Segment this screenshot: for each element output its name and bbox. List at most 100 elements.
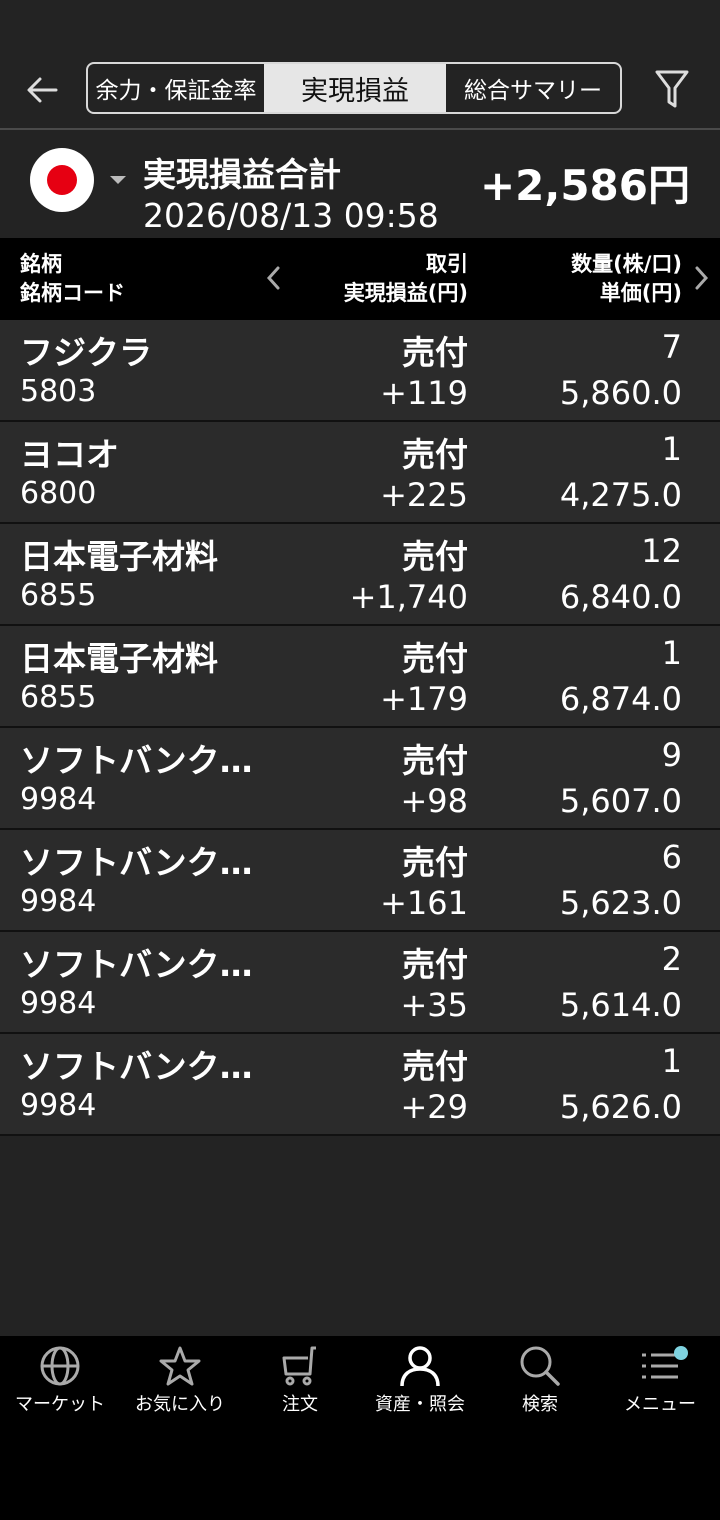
column-stock-name: 銘柄 xyxy=(20,252,62,276)
globe-icon xyxy=(40,1346,80,1386)
stock-name: ソフトバンク… xyxy=(20,741,253,780)
person-icon xyxy=(400,1346,440,1387)
stock-code: 9984 xyxy=(20,1088,97,1123)
column-trade-type: 取引 xyxy=(426,252,468,276)
summary-datetime: 2026/08/13 09:58 xyxy=(143,196,439,235)
stock-name: 日本電子材料 xyxy=(20,537,218,576)
quantity: 1 xyxy=(661,634,682,672)
quantity: 1 xyxy=(661,1042,682,1080)
summary-total: +2,586円 xyxy=(479,161,690,210)
nav-favorites[interactable]: お気に入り xyxy=(120,1336,240,1426)
stock-name: 日本電子材料 xyxy=(20,639,218,678)
cart-icon xyxy=(282,1346,316,1386)
column-trade: 取引 実現損益(円) xyxy=(344,250,468,308)
trade-type: 売付 xyxy=(402,741,468,780)
column-unit-price: 単価(円) xyxy=(599,281,682,305)
table-row[interactable]: ヨコオ 売付 1 6800 +225 4,275.0 xyxy=(0,422,720,524)
unit-price: 6,840.0 xyxy=(559,578,682,616)
unit-price: 5,623.0 xyxy=(559,884,682,922)
realized-pl: +98 xyxy=(400,782,468,820)
star-icon xyxy=(159,1346,201,1386)
trade-list: フジクラ 売付 7 5803 +119 5,860.0 ヨコオ 売付 1 680… xyxy=(0,320,720,1136)
trade-type: 売付 xyxy=(402,435,468,474)
realized-pl: +119 xyxy=(380,374,468,412)
tab-margin[interactable]: 余力・保証金率 xyxy=(88,64,264,112)
stock-name: ヨコオ xyxy=(20,435,119,474)
realized-pl: +35 xyxy=(400,986,468,1024)
trade-type: 売付 xyxy=(402,537,468,576)
nav-menu-label: メニュー xyxy=(624,1394,696,1415)
column-stock-code: 銘柄コード xyxy=(20,281,125,305)
market-flag-button[interactable] xyxy=(30,148,94,212)
stock-name: ソフトバンク… xyxy=(20,1047,253,1086)
back-button[interactable] xyxy=(18,68,66,112)
column-realized-pl: 実現損益(円) xyxy=(343,281,468,305)
nav-menu[interactable]: メニュー xyxy=(600,1336,720,1426)
stock-code: 9984 xyxy=(20,884,97,919)
nav-search-label: 検索 xyxy=(522,1394,558,1415)
stock-code: 6855 xyxy=(20,680,97,715)
stock-code: 6855 xyxy=(20,578,97,613)
japan-flag-icon xyxy=(47,165,77,195)
stock-code: 6800 xyxy=(20,476,97,511)
arrow-left-icon xyxy=(27,77,58,103)
chevron-right-icon[interactable] xyxy=(692,262,712,294)
unit-price: 5,626.0 xyxy=(559,1088,682,1126)
column-qty: 数量(株/口) xyxy=(571,252,682,276)
unit-price: 5,607.0 xyxy=(559,782,682,820)
trade-type: 売付 xyxy=(402,945,468,984)
table-row[interactable]: ソフトバンク… 売付 6 9984 +161 5,623.0 xyxy=(0,830,720,932)
unit-price: 6,874.0 xyxy=(559,680,682,718)
filter-icon xyxy=(655,70,689,108)
trade-type: 売付 xyxy=(402,333,468,372)
realized-pl: +179 xyxy=(380,680,468,718)
column-stock: 銘柄 銘柄コード xyxy=(20,250,125,308)
quantity: 12 xyxy=(641,532,682,570)
nav-market-label: マーケット xyxy=(15,1394,105,1415)
notification-dot xyxy=(674,1346,688,1360)
table-row[interactable]: フジクラ 売付 7 5803 +119 5,860.0 xyxy=(0,320,720,422)
table-row[interactable]: ソフトバンク… 売付 9 9984 +98 5,607.0 xyxy=(0,728,720,830)
column-header: 銘柄 銘柄コード 取引 実現損益(円) 数量(株/口) 単価(円) xyxy=(0,238,720,320)
unit-price: 5,860.0 xyxy=(559,374,682,412)
nav-search[interactable]: 検索 xyxy=(480,1336,600,1426)
filter-button[interactable] xyxy=(646,66,698,112)
tab-summary[interactable]: 総合サマリー xyxy=(446,64,620,112)
table-row[interactable]: ソフトバンク… 売付 2 9984 +35 5,614.0 xyxy=(0,932,720,1034)
unit-price: 5,614.0 xyxy=(559,986,682,1024)
stock-code: 5803 xyxy=(20,374,97,409)
chevron-left-icon[interactable] xyxy=(262,262,286,294)
nav-market[interactable]: マーケット xyxy=(0,1336,120,1426)
stock-name: ソフトバンク… xyxy=(20,843,253,882)
pl-summary: 実現損益合計 2026/08/13 09:58 +2,586円 xyxy=(0,130,720,238)
nav-favorites-label: お気に入り xyxy=(135,1394,225,1415)
realized-pl: +161 xyxy=(380,884,468,922)
caret-down-icon[interactable] xyxy=(110,176,126,184)
nav-assets-label: 資産・照会 xyxy=(375,1394,465,1415)
app-header: 余力・保証金率 実現損益 総合サマリー xyxy=(0,50,720,128)
trade-type: 売付 xyxy=(402,639,468,678)
table-row[interactable]: 日本電子材料 売付 1 6855 +179 6,874.0 xyxy=(0,626,720,728)
realized-pl: +29 xyxy=(400,1088,468,1126)
table-row[interactable]: 日本電子材料 売付 12 6855 +1,740 6,840.0 xyxy=(0,524,720,626)
segmented-tabs: 余力・保証金率 実現損益 総合サマリー xyxy=(86,62,622,114)
realized-pl: +1,740 xyxy=(349,578,468,616)
trade-type: 売付 xyxy=(402,1047,468,1086)
nav-order[interactable]: 注文 xyxy=(240,1336,360,1426)
stock-name: ソフトバンク… xyxy=(20,945,253,984)
realized-pl: +225 xyxy=(380,476,468,514)
stock-code: 9984 xyxy=(20,782,97,817)
summary-title: 実現損益合計 xyxy=(143,155,341,194)
tab-realized-pl[interactable]: 実現損益 xyxy=(264,64,446,112)
status-bar xyxy=(0,0,720,50)
quantity: 7 xyxy=(661,328,682,366)
table-row[interactable]: ソフトバンク… 売付 1 9984 +29 5,626.0 xyxy=(0,1034,720,1136)
column-quantity: 数量(株/口) 単価(円) xyxy=(571,250,682,308)
quantity: 9 xyxy=(661,736,682,774)
quantity: 6 xyxy=(661,838,682,876)
list-empty-area xyxy=(0,1136,720,1336)
nav-assets[interactable]: 資産・照会 xyxy=(360,1336,480,1426)
nav-order-label: 注文 xyxy=(282,1394,318,1415)
stock-code: 9984 xyxy=(20,986,97,1021)
quantity: 2 xyxy=(661,940,682,978)
